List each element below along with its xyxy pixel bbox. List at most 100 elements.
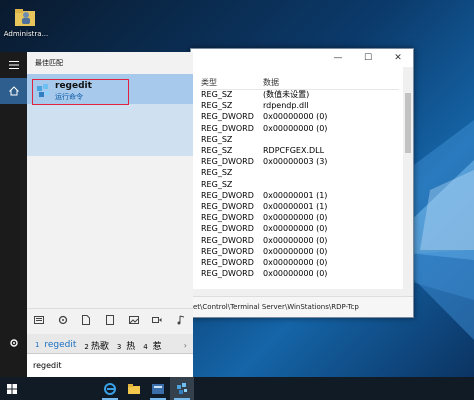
value-data: 0x00000001 (1)	[263, 190, 328, 200]
home-button[interactable]	[0, 78, 27, 104]
value-data: 0x00000000 (0)	[263, 123, 328, 133]
registry-value-row[interactable]: REG_DWORD 0x00000000 (0)	[201, 223, 399, 234]
status-bar-path: et\Control\Terminal Server\WinStations\R…	[191, 296, 413, 317]
value-data: 0x00000001 (1)	[263, 201, 328, 211]
edge-icon	[104, 382, 116, 395]
value-type: REG_DWORD	[201, 201, 254, 211]
value-data: 0x00000000 (0)	[263, 224, 328, 234]
hamburger-icon	[8, 61, 19, 69]
maximize-icon[interactable]: ☐	[353, 49, 383, 67]
start-button[interactable]	[0, 377, 24, 400]
ime-candidate-3[interactable]: 3 热	[117, 339, 135, 352]
documents-icon[interactable]	[32, 313, 46, 327]
user-folder-icon	[14, 6, 38, 28]
registry-value-row[interactable]: REG_DWORD 0x00000000 (0)	[201, 212, 399, 223]
registry-value-row[interactable]: REG_DWORD 0x00000001 (1)	[201, 190, 399, 201]
value-data: 0x00000000 (0)	[263, 246, 328, 256]
taskbar	[0, 377, 474, 400]
registry-value-row[interactable]: REG_DWORD 0x00000000 (0)	[201, 123, 399, 134]
best-match-name: regedit	[55, 81, 92, 91]
server-manager-taskbar-button[interactable]	[146, 377, 170, 400]
value-type: REG_SZ	[201, 146, 233, 156]
registry-value-row[interactable]: REG_SZ	[201, 134, 399, 145]
value-data: 0x00000000 (0)	[263, 269, 328, 279]
settings-icon[interactable]	[56, 313, 70, 327]
hamburger-menu-button[interactable]	[0, 52, 27, 78]
edge-taskbar-button[interactable]	[98, 377, 122, 400]
ime-expand-icon[interactable]: ›	[184, 341, 187, 350]
window-titlebar[interactable]: — ☐ ✕	[191, 49, 413, 67]
value-type: REG_DWORD	[201, 157, 254, 167]
best-match-heading: 最佳匹配	[35, 59, 63, 67]
music-icon[interactable]	[174, 313, 188, 327]
regedit-taskbar-button[interactable]	[170, 377, 194, 400]
best-match-result[interactable]: regedit 运行命令	[27, 74, 193, 156]
vertical-scrollbar[interactable]	[403, 67, 413, 297]
server-manager-icon	[152, 383, 164, 394]
value-type: REG_DWORD	[201, 123, 254, 133]
ime-candidate-4[interactable]: 4 惹	[143, 339, 161, 352]
value-type: REG_DWORD	[201, 190, 254, 200]
value-data: 0x00000000 (0)	[263, 257, 328, 267]
search-filter-bar	[27, 308, 193, 331]
value-type: REG_DWORD	[201, 246, 254, 256]
value-type: REG_DWORD	[201, 112, 254, 122]
search-taskbar-button[interactable]	[24, 377, 48, 400]
column-header-data[interactable]: 数据	[263, 77, 279, 89]
value-type: REG_DWORD	[201, 235, 254, 245]
task-view-button[interactable]	[48, 377, 72, 400]
best-match-subtitle: 运行命令	[55, 93, 83, 101]
value-type: REG_SZ	[201, 101, 233, 111]
registry-value-row[interactable]: REG_DWORD 0x00000000 (0)	[201, 246, 399, 257]
registry-value-row[interactable]: REG_SZ (数值未设置)	[201, 89, 399, 100]
start-menu-rail	[0, 52, 27, 377]
registry-value-row[interactable]: REG_SZ	[201, 179, 399, 190]
registry-value-row[interactable]: REG_DWORD 0x00000000 (0)	[201, 257, 399, 268]
video-icon[interactable]	[150, 313, 164, 327]
value-data: (数值未设置)	[263, 90, 310, 100]
registry-value-row[interactable]: REG_DWORD 0x00000000 (0)	[201, 111, 399, 122]
search-input[interactable]: regedit	[27, 353, 193, 377]
value-type: REG_DWORD	[201, 269, 254, 279]
value-type: REG_SZ	[201, 90, 233, 100]
regedit-icon	[37, 84, 49, 97]
registry-value-row[interactable]: REG_DWORD 0x00000000 (0)	[201, 268, 399, 279]
registry-value-row[interactable]: REG_SZ RDPCFGEX.DLL	[201, 145, 399, 156]
photos-icon[interactable]	[127, 313, 141, 327]
registry-value-row[interactable]: REG_DWORD 0x00000000 (0)	[201, 234, 399, 245]
close-icon[interactable]: ✕	[383, 49, 413, 67]
settings-button[interactable]	[0, 330, 27, 356]
ime-candidate-2[interactable]: 2 热歌	[84, 339, 108, 352]
ime-candidate-1[interactable]: 1 regedit	[35, 340, 76, 350]
value-data: RDPCFGEX.DLL	[263, 146, 325, 156]
registry-value-row[interactable]: REG_SZ	[201, 167, 399, 178]
value-data: 0x00000000 (0)	[263, 112, 328, 122]
value-data: 0x00000000 (0)	[263, 235, 328, 245]
value-type: REG_DWORD	[201, 213, 254, 223]
windows-logo-icon	[7, 383, 17, 394]
value-type: REG_SZ	[201, 168, 233, 178]
value-type: REG_SZ	[201, 134, 233, 144]
minimize-icon[interactable]: —	[323, 49, 353, 67]
value-type: REG_SZ	[201, 179, 233, 189]
registry-value-row[interactable]: REG_DWORD 0x00000003 (3)	[201, 156, 399, 167]
gear-icon	[9, 339, 18, 347]
value-data: rdpendp.dll	[263, 101, 309, 111]
registry-value-row[interactable]: REG_SZ rdpendp.dll	[201, 100, 399, 111]
file-icon[interactable]	[79, 313, 93, 327]
value-type: REG_DWORD	[201, 224, 254, 234]
registry-value-row[interactable]: REG_DWORD 0x00000001 (1)	[201, 201, 399, 212]
value-data: 0x00000003 (3)	[263, 157, 328, 167]
folder-icon[interactable]	[103, 313, 117, 327]
home-icon	[8, 86, 19, 96]
column-header-type[interactable]: 类型	[201, 77, 263, 89]
file-explorer-taskbar-button[interactable]	[122, 377, 146, 400]
values-list: REG_SZ (数值未设置) REG_SZ rdpendp.dll REG_DWORD 0…	[201, 89, 399, 279]
desktop-icon-administrator[interactable]: Administra...	[2, 6, 50, 38]
value-data: 0x00000000 (0)	[263, 213, 328, 223]
regedit-icon	[177, 382, 187, 394]
folder-icon	[128, 383, 140, 394]
registry-editor-window[interactable]: — ☐ ✕ 类型 数据 REG_SZ (数值未设置) REG_SZ rdpendp.d…	[190, 48, 414, 318]
search-results-panel: 最佳匹配 regedit 运行命令 1 regedit 2 热歌 3 热 4 惹 …	[27, 52, 193, 377]
value-type: REG_DWORD	[201, 257, 254, 267]
